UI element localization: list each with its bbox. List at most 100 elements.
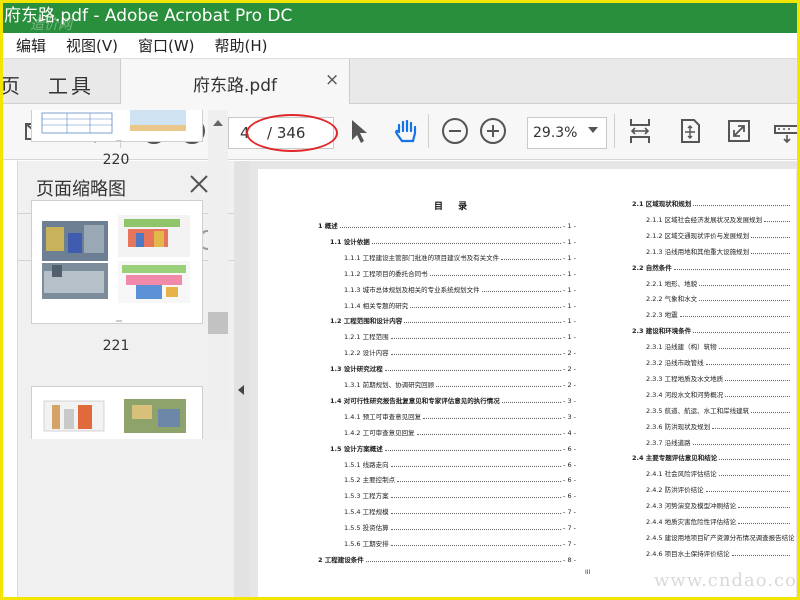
toc-entry[interactable]: 2.4.2 防洪评价结论 bbox=[646, 485, 792, 494]
toc-entry[interactable]: 1.1.2 工程项目的委托合同书 - 1 - bbox=[344, 269, 576, 278]
select-cursor-icon[interactable] bbox=[343, 116, 373, 146]
toc-leader-dots bbox=[725, 395, 790, 397]
toc-entry[interactable]: 2.2.3 地震 bbox=[646, 310, 792, 319]
toc-leader-dots bbox=[751, 252, 790, 254]
fit-page-icon[interactable] bbox=[675, 116, 705, 146]
toc-entry[interactable]: 2.4 主要专题评估意见和结论 bbox=[632, 453, 792, 462]
toc-entry-text: 2.3.4 河段水文和河势概况 bbox=[646, 390, 724, 399]
toc-entry[interactable]: 2.4.5 建设用地项目矿产资源分布情况调查报告结论 bbox=[646, 533, 795, 542]
menu-help[interactable]: 帮助(H) bbox=[215, 35, 268, 56]
toc-entry[interactable]: 1.4.2 工可审查意见回复 - 4 - bbox=[344, 428, 576, 437]
toc-entry[interactable]: 1.1 设计依据 - 1 - bbox=[330, 237, 576, 246]
toc-entry[interactable]: 1 概述 - 1 - bbox=[318, 221, 576, 230]
toc-entry[interactable]: 2.3.7 沿线道路 bbox=[646, 438, 792, 447]
toc-leader-dots bbox=[705, 491, 790, 493]
toc-entry[interactable]: 2.4.3 河势演变及模型冲刷结论 bbox=[646, 501, 792, 510]
fit-width-icon[interactable] bbox=[625, 116, 655, 146]
toc-leader-dots bbox=[390, 497, 562, 499]
toc-leader-dots bbox=[404, 322, 562, 324]
toc-leader-dots bbox=[692, 443, 790, 445]
page-thumbnail-220[interactable] bbox=[31, 110, 203, 142]
tab-home[interactable]: 页 bbox=[0, 70, 20, 99]
toc-entry[interactable]: 1.1.1 工程建设主管部门批准的项目建议书及有关文件 - 1 - bbox=[344, 253, 576, 262]
page-thumbnail-222[interactable] bbox=[31, 386, 203, 439]
toc-entry[interactable]: 2.4.1 社会风险评估结论 bbox=[646, 469, 792, 478]
zoom-level-select[interactable]: 29.3% bbox=[527, 117, 607, 149]
toc-entry[interactable]: 1.2.1 工程范围 - 1 - bbox=[344, 332, 576, 341]
toc-entry[interactable]: 1.5.6 工期安排 - 7 - bbox=[344, 539, 576, 548]
menu-edit[interactable]: 编辑 bbox=[16, 35, 46, 56]
toc-entry[interactable]: 2.4.6 项目水土保持评价结论 bbox=[646, 549, 792, 558]
scroll-up-icon[interactable] bbox=[213, 120, 223, 126]
tab-tools[interactable]: 工具 bbox=[48, 70, 94, 99]
hand-tool-icon[interactable] bbox=[391, 116, 421, 146]
zoom-in-icon[interactable] bbox=[478, 116, 508, 146]
document-view[interactable]: 目 录 1 概述 - 1 -1.1 设计依据 - 1 -1.1.1 工程建设主管部门… bbox=[250, 161, 800, 600]
toc-entry[interactable]: 1.5.4 工程规模 - 7 - bbox=[344, 507, 576, 516]
toc-entry[interactable]: 2.3.3 工程地质及水文地质 bbox=[646, 374, 792, 383]
toc-entry[interactable]: 1.1.4 相关专题的研究 - 1 - bbox=[344, 301, 576, 310]
thumbnail-list[interactable]: 220 221 bbox=[18, 110, 234, 439]
toc-entry[interactable]: 2.1.1 区域社会经济发展状况及发展规划 bbox=[646, 215, 792, 224]
toc-entry[interactable]: 1.5.5 投资估算 - 7 - bbox=[344, 523, 576, 532]
toc-entry[interactable]: 2.4.4 地质灾害危险性评估结论 bbox=[646, 517, 792, 526]
toc-entry[interactable]: 2 工程建设条件 - 8 - bbox=[318, 555, 576, 564]
toc-leader-dots bbox=[501, 401, 562, 403]
page-thumbnail-221[interactable] bbox=[31, 200, 203, 324]
menu-window[interactable]: 窗口(W) bbox=[138, 35, 195, 56]
navigation-rail bbox=[0, 161, 18, 600]
tab-document-label: 府东路.pdf bbox=[193, 76, 277, 96]
toc-leader-dots bbox=[384, 449, 562, 451]
toc-entry[interactable]: 2.1.3 沿线用地和其他重大设施规划 bbox=[646, 247, 792, 256]
toc-entry[interactable]: 2.2.2 气象和水文 bbox=[646, 294, 792, 303]
toc-entry-text: 1.1.4 相关专题的研究 bbox=[344, 301, 409, 310]
toc-leader-dots bbox=[397, 481, 562, 483]
toc-entry[interactable]: 2.3.2 沿线市政管线 bbox=[646, 358, 792, 367]
toc-entry[interactable]: 2.2 自然条件 bbox=[632, 263, 792, 272]
toc-entry[interactable]: 2.2.1 地形、地貌 bbox=[646, 279, 792, 288]
toc-entry[interactable]: 1.5 设计方案概述 - 6 - bbox=[330, 444, 576, 453]
toc-entry[interactable]: 2.3.1 沿线建（构）筑物 bbox=[646, 342, 792, 351]
toc-entry-text: 2.3.7 沿线道路 bbox=[646, 438, 691, 447]
panel-collapse-bar[interactable] bbox=[234, 161, 250, 600]
toc-entry[interactable]: 1.2 工程范围和设计内容 - 1 - bbox=[330, 316, 576, 325]
toc-entry[interactable]: 1.5.1 线路走向 - 6 - bbox=[344, 460, 576, 469]
toc-leader-dots bbox=[416, 433, 562, 435]
zoom-out-icon[interactable] bbox=[440, 116, 470, 146]
toc-entry-text: 2.1.2 区域交通现状评价与发展规划 bbox=[646, 231, 750, 240]
scrollbar-thumb[interactable] bbox=[208, 312, 228, 334]
toc-entry[interactable]: 1.2.2 设计内容 - 2 - bbox=[344, 348, 576, 357]
toc-entry[interactable]: 1.3.1 前期规划、协调研究回顾 - 2 - bbox=[344, 380, 576, 389]
toc-entry-text: 1.4 对可行性研究报告批复意见和专家评估意见的执行情况 bbox=[330, 396, 500, 405]
toc-entry[interactable]: 1.4 对可行性研究报告批复意见和专家评估意见的执行情况 - 3 - bbox=[330, 396, 576, 405]
thumbnail-scrollbar[interactable] bbox=[208, 110, 228, 439]
toc-leader-dots bbox=[738, 507, 790, 509]
toc-entry[interactable]: 2.3.4 河段水文和河势概况 bbox=[646, 390, 792, 399]
toc-leader-dots bbox=[718, 475, 790, 477]
toc-entry[interactable]: 1.1.3 城市总体规划及相关的专业系统规划文件 - 1 - bbox=[344, 285, 576, 294]
toc-page-number: - 1 - bbox=[563, 237, 576, 246]
toc-leader-dots bbox=[390, 354, 562, 356]
toc-page-number: - 1 - bbox=[563, 222, 576, 230]
toc-entry-text: 1.1.2 工程项目的委托合同书 bbox=[344, 269, 428, 278]
toc-entry[interactable]: 1.3 设计研究过程 - 2 - bbox=[330, 364, 576, 373]
toc-entry[interactable]: 1.5.2 主要控制点 - 6 - bbox=[344, 475, 576, 484]
toc-entry[interactable]: 2.1.2 区域交通现状评价与发展规划 bbox=[646, 231, 792, 240]
toc-page-number: - 7 - bbox=[563, 524, 576, 533]
toc-entry[interactable]: 2.3 建设和环境条件 bbox=[632, 326, 792, 335]
collapse-arrow-icon[interactable] bbox=[238, 385, 244, 395]
toc-entry[interactable]: 1.5.3 工程方案 - 6 - bbox=[344, 491, 576, 500]
toc-page-number: - 2 - bbox=[563, 365, 576, 374]
toc-entry[interactable]: 2.1 区域现状和规划 bbox=[632, 199, 792, 208]
toc-entry[interactable]: 2.3.5 航道、航运、水工和岸线建筑 bbox=[646, 406, 792, 415]
full-screen-icon[interactable] bbox=[724, 116, 754, 146]
toc-page-number: - 1 - bbox=[563, 253, 576, 262]
toc-entry[interactable]: 2.3.6 防洪现状及规划 bbox=[646, 422, 792, 431]
menu-view[interactable]: 视图(V) bbox=[66, 35, 118, 56]
scroll-mode-icon[interactable] bbox=[772, 116, 800, 146]
tab-document[interactable]: 府东路.pdf × bbox=[120, 59, 350, 105]
toc-entry[interactable]: 1.4.1 预工可审查意见回复 - 3 - bbox=[344, 412, 576, 421]
toc-leader-dots bbox=[699, 300, 790, 302]
toc-leader-dots bbox=[693, 332, 790, 334]
tab-close-icon[interactable]: × bbox=[325, 70, 339, 90]
